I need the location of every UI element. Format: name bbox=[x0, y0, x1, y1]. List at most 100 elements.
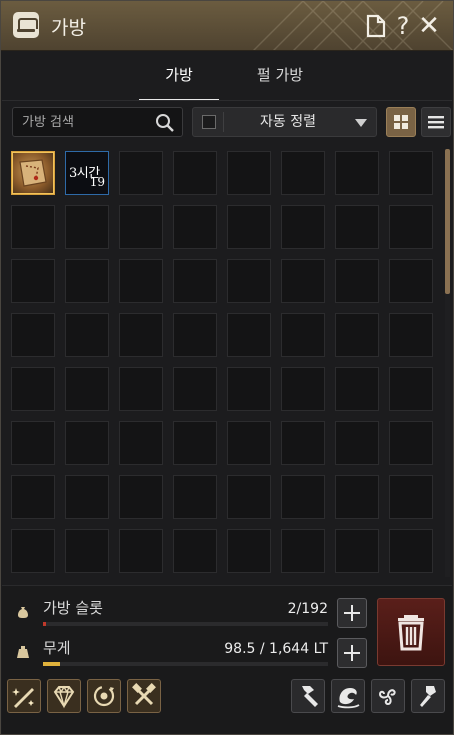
inventory-slot[interactable] bbox=[119, 259, 163, 303]
help-icon[interactable]: ? bbox=[394, 13, 412, 39]
bag-slots-label: 가방 슬롯 bbox=[43, 599, 103, 617]
inventory-slot[interactable] bbox=[11, 421, 55, 465]
document-icon[interactable] bbox=[365, 13, 387, 39]
inventory-slot[interactable] bbox=[281, 313, 325, 357]
crystal-icon bbox=[53, 685, 75, 709]
bag-tabs: 가방 펄 가방 bbox=[2, 53, 452, 101]
inventory-slot[interactable] bbox=[65, 529, 109, 573]
inventory-slot[interactable] bbox=[173, 259, 217, 303]
inventory-slot[interactable] bbox=[227, 151, 271, 195]
inventory-slot[interactable] bbox=[65, 313, 109, 357]
inventory-slot[interactable] bbox=[173, 151, 217, 195]
inventory-slot[interactable] bbox=[119, 367, 163, 411]
inventory-slot[interactable] bbox=[119, 421, 163, 465]
forge-icon bbox=[420, 686, 436, 707]
inventory-slot[interactable] bbox=[227, 259, 271, 303]
inventory-slot[interactable] bbox=[173, 367, 217, 411]
inventory-slot[interactable] bbox=[65, 475, 109, 519]
inventory-slot[interactable] bbox=[335, 205, 379, 249]
bag-slots-value: 2/192 bbox=[287, 601, 328, 617]
auto-sort-label: 자동 정렬 bbox=[260, 114, 316, 130]
auto-sort-checkbox[interactable] bbox=[202, 115, 216, 129]
hammer-icon bbox=[302, 686, 318, 707]
inventory-slot[interactable] bbox=[227, 205, 271, 249]
inventory-slot[interactable] bbox=[227, 367, 271, 411]
crystal-button[interactable] bbox=[47, 679, 81, 713]
inventory-slot[interactable] bbox=[11, 475, 55, 519]
tab-pearl-bag[interactable]: 펄 가방 bbox=[238, 53, 322, 101]
inventory-slot[interactable] bbox=[335, 259, 379, 303]
inventory-slot[interactable] bbox=[65, 259, 109, 303]
tab-bag[interactable]: 가방 bbox=[139, 53, 219, 101]
search-input[interactable] bbox=[13, 108, 153, 136]
inventory-slot[interactable] bbox=[335, 475, 379, 519]
grid-view-button[interactable] bbox=[386, 107, 416, 137]
inventory-slot[interactable] bbox=[227, 475, 271, 519]
inventory-slot[interactable] bbox=[389, 367, 433, 411]
hammer-button[interactable] bbox=[291, 679, 325, 713]
inventory-slot[interactable] bbox=[119, 151, 163, 195]
inventory-slot[interactable] bbox=[389, 529, 433, 573]
forge-button[interactable] bbox=[411, 679, 445, 713]
cycle-button[interactable] bbox=[87, 679, 121, 713]
dragon-icon bbox=[337, 688, 360, 709]
inventory-slot[interactable] bbox=[281, 529, 325, 573]
expand-slots-button[interactable] bbox=[337, 598, 367, 628]
triskelion-button[interactable] bbox=[371, 679, 405, 713]
inventory-slot[interactable] bbox=[389, 205, 433, 249]
title-bar[interactable]: 가방 ? ✕ bbox=[1, 1, 453, 51]
inventory-slot[interactable] bbox=[281, 475, 325, 519]
inventory-slot[interactable] bbox=[173, 205, 217, 249]
inventory-slot[interactable] bbox=[119, 475, 163, 519]
inventory-slot[interactable] bbox=[389, 151, 433, 195]
chevron-down-icon bbox=[355, 119, 367, 127]
inventory-slot[interactable] bbox=[389, 421, 433, 465]
inventory-slot[interactable] bbox=[335, 421, 379, 465]
trash-button[interactable] bbox=[377, 598, 445, 666]
inventory-slot[interactable] bbox=[119, 205, 163, 249]
inventory-slot[interactable] bbox=[227, 421, 271, 465]
inventory-slot[interactable] bbox=[119, 529, 163, 573]
inventory-slot[interactable] bbox=[65, 421, 109, 465]
inventory-slot[interactable] bbox=[281, 367, 325, 411]
inventory-slot[interactable] bbox=[11, 205, 55, 249]
bag-slots-bar bbox=[43, 622, 328, 626]
enhance-button[interactable] bbox=[7, 679, 41, 713]
search-icon[interactable] bbox=[155, 113, 175, 133]
inventory-slot[interactable] bbox=[65, 205, 109, 249]
inventory-slot[interactable] bbox=[389, 475, 433, 519]
inventory-slot[interactable] bbox=[389, 259, 433, 303]
inventory-slot[interactable] bbox=[335, 313, 379, 357]
inventory-slot[interactable] bbox=[11, 529, 55, 573]
expand-weight-button[interactable] bbox=[337, 638, 367, 668]
window-title: 가방 bbox=[51, 17, 86, 39]
inventory-slot[interactable] bbox=[173, 475, 217, 519]
inventory-slot[interactable] bbox=[173, 529, 217, 573]
close-icon[interactable]: ✕ bbox=[417, 13, 441, 39]
inventory-slot[interactable] bbox=[281, 421, 325, 465]
inventory-slot[interactable] bbox=[335, 151, 379, 195]
inventory-slot[interactable] bbox=[227, 313, 271, 357]
repair-button[interactable] bbox=[127, 679, 161, 713]
inventory-slot[interactable] bbox=[11, 151, 55, 195]
weight-fill bbox=[43, 662, 60, 666]
dragon-button[interactable] bbox=[331, 679, 365, 713]
inventory-slot[interactable]: 3시간 19 bbox=[65, 151, 109, 195]
auto-sort-dropdown[interactable]: 자동 정렬 bbox=[192, 107, 377, 137]
scrollbar-thumb[interactable] bbox=[445, 149, 450, 294]
inventory-slot[interactable] bbox=[11, 367, 55, 411]
inventory-slot[interactable] bbox=[173, 313, 217, 357]
list-view-button[interactable] bbox=[421, 107, 451, 137]
inventory-slot[interactable] bbox=[173, 421, 217, 465]
inventory-slot[interactable] bbox=[281, 205, 325, 249]
inventory-slot[interactable] bbox=[11, 259, 55, 303]
inventory-slot[interactable] bbox=[281, 151, 325, 195]
inventory-slot[interactable] bbox=[389, 313, 433, 357]
inventory-slot[interactable] bbox=[119, 313, 163, 357]
inventory-slot[interactable] bbox=[11, 313, 55, 357]
inventory-slot[interactable] bbox=[65, 367, 109, 411]
inventory-slot[interactable] bbox=[335, 367, 379, 411]
inventory-slot[interactable] bbox=[227, 529, 271, 573]
inventory-slot[interactable] bbox=[335, 529, 379, 573]
inventory-slot[interactable] bbox=[281, 259, 325, 303]
